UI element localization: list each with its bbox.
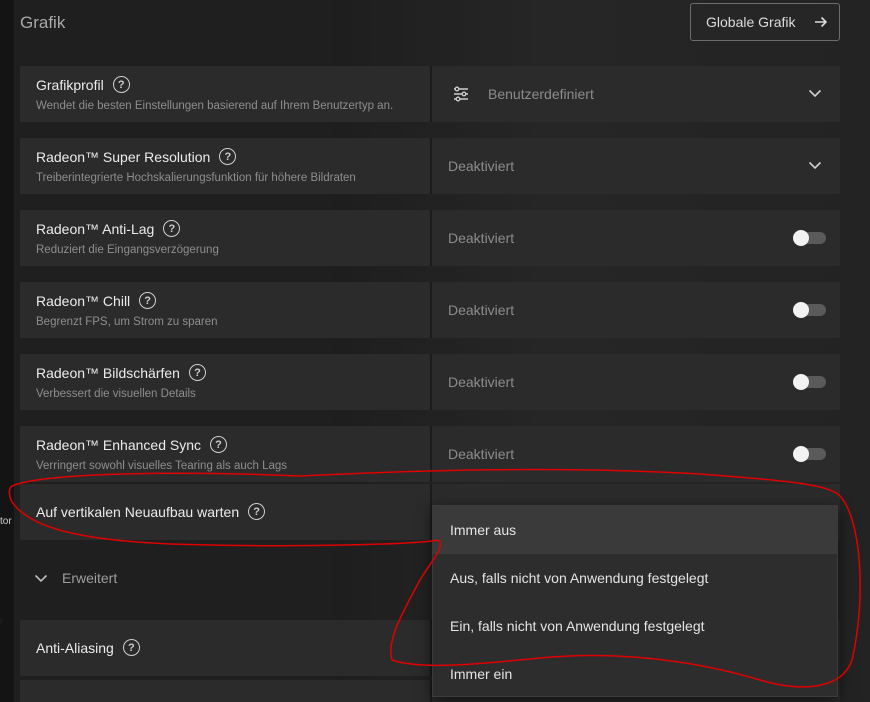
vsync-dropdown-menu: Immer aus Aus, falls nicht von Anwendung… <box>432 505 838 697</box>
chevron-down-icon <box>808 89 822 98</box>
image-sharpening-toggle[interactable] <box>793 374 826 390</box>
setting-title: Anti-Aliasing <box>36 639 114 656</box>
global-graphics-label: Globale Grafik <box>706 14 796 30</box>
dropdown-value: Benutzerdefiniert <box>488 86 594 102</box>
setting-row-image-sharpening: Radeon™ Bildschärfen ? Verbessert die vi… <box>20 354 840 410</box>
setting-title: Auf vertikalen Neuaufbau warten <box>36 503 240 520</box>
toggle-state-label: Deaktiviert <box>448 446 515 462</box>
setting-description: Wendet die besten Einstellungen basieren… <box>36 100 394 112</box>
help-icon[interactable]: ? <box>219 148 237 165</box>
desktop-background: tor r <box>0 0 14 702</box>
toggle-state-label: Deaktiviert <box>448 374 515 390</box>
dropdown-option[interactable]: Immer aus <box>433 506 837 554</box>
setting-title: Radeon™ Enhanced Sync <box>36 436 201 453</box>
dropdown-option[interactable]: Aus, falls nicht von Anwendung festgeleg… <box>433 554 837 602</box>
setting-description: Verbessert die visuellen Details <box>36 388 196 400</box>
background-text-fragment: tor <box>0 516 12 527</box>
setting-description: Begrenzt FPS, um Strom zu sparen <box>36 316 218 328</box>
arrow-right-icon <box>815 16 828 28</box>
setting-description: Verringert sowohl visuelles Tearing als … <box>36 460 288 472</box>
help-icon[interactable]: ? <box>188 364 206 381</box>
help-icon[interactable]: ? <box>163 220 181 237</box>
advanced-section-toggle[interactable]: Erweitert <box>34 570 117 586</box>
setting-row-anti-lag: Radeon™ Anti-Lag ? Reduziert die Eingang… <box>20 210 840 266</box>
setting-row-graphics-profile: Grafikprofil ? Wendet die besten Einstel… <box>20 66 840 122</box>
help-icon[interactable]: ? <box>210 436 227 453</box>
toggle-state-label: Deaktiviert <box>448 230 515 246</box>
setting-row-enhanced-sync: Radeon™ Enhanced Sync ? Verringert sowoh… <box>20 426 840 482</box>
setting-description: Treiberintegrierte Hochskalierungsfunkti… <box>36 172 356 184</box>
setting-title: Radeon™ Bildschärfen <box>36 364 180 381</box>
help-icon[interactable]: ? <box>112 76 130 93</box>
toggle-state-label: Deaktiviert <box>448 302 515 318</box>
page-title: Grafik <box>20 13 66 32</box>
chill-toggle[interactable] <box>793 302 826 318</box>
super-resolution-dropdown[interactable]: Deaktiviert <box>432 138 840 194</box>
background-text-fragment: r <box>0 616 4 627</box>
global-graphics-button[interactable]: Globale Grafik <box>690 3 840 41</box>
graphics-profile-dropdown[interactable]: Benutzerdefiniert <box>432 66 840 122</box>
help-icon[interactable]: ? <box>139 292 157 309</box>
setting-title: Radeon™ Anti-Lag <box>36 220 155 237</box>
setting-row-chill: Radeon™ Chill ? Begrenzt FPS, um Strom z… <box>20 282 840 338</box>
anti-lag-toggle[interactable] <box>793 230 826 246</box>
help-icon[interactable]: ? <box>122 639 140 656</box>
setting-title: Radeon™ Super Resolution <box>36 148 211 165</box>
chevron-down-icon <box>808 161 822 170</box>
setting-row-super-resolution: Radeon™ Super Resolution ? Treiberintegr… <box>20 138 840 194</box>
list-settings-icon <box>454 86 468 102</box>
dropdown-value: Deaktiviert <box>448 158 515 174</box>
setting-title: Grafikprofil <box>36 76 104 93</box>
enhanced-sync-toggle[interactable] <box>793 446 826 462</box>
setting-description: Reduziert die Eingangsverzögerung <box>36 244 219 256</box>
help-icon[interactable]: ? <box>248 503 266 520</box>
chevron-down-icon <box>34 574 48 583</box>
dropdown-option[interactable]: Immer ein <box>433 650 837 698</box>
advanced-label: Erweitert <box>62 570 118 586</box>
setting-title: Radeon™ Chill <box>36 292 131 309</box>
dropdown-option[interactable]: Ein, falls nicht von Anwendung festgeleg… <box>433 602 837 650</box>
